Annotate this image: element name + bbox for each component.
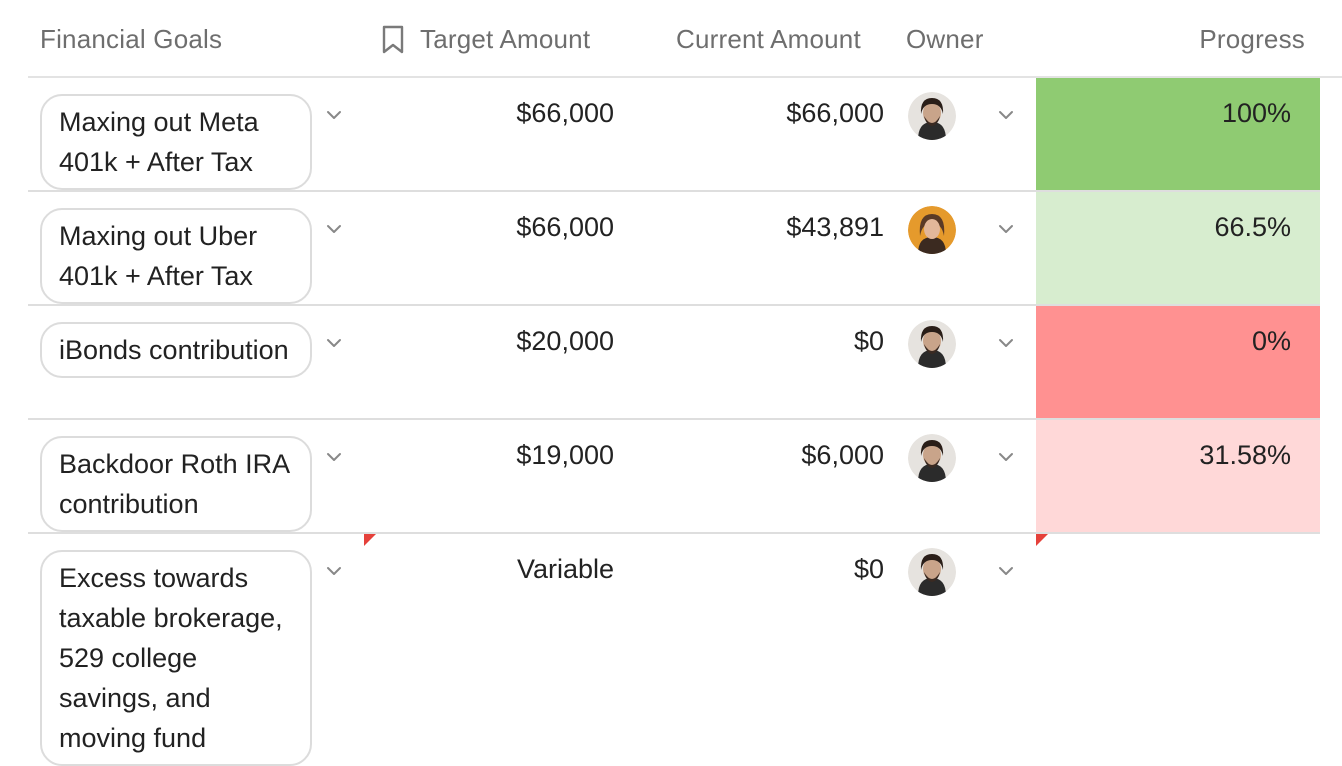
chevron-down-icon[interactable] (997, 562, 1015, 580)
table-row: Excess towards taxable brokerage, 529 co… (0, 534, 1342, 766)
goal-select[interactable]: Maxing out Uber 401k + After Tax (40, 208, 312, 304)
current-amount[interactable]: $6,000 (801, 440, 884, 471)
progress-value: 100% (1221, 98, 1291, 128)
progress-value: 0% (1251, 326, 1291, 356)
chevron-down-icon[interactable] (325, 220, 343, 238)
goal-select[interactable]: Backdoor Roth IRA contribution (40, 436, 312, 532)
current-amount[interactable]: $66,000 (786, 98, 884, 129)
bookmark-icon (382, 25, 404, 53)
chevron-down-icon[interactable] (997, 106, 1015, 124)
table-row: Maxing out Uber 401k + After Tax $66,000… (0, 192, 1342, 306)
target-amount[interactable]: $66,000 (516, 212, 614, 243)
target-amount[interactable]: $66,000 (516, 98, 614, 129)
goal-select[interactable]: Excess towards taxable brokerage, 529 co… (40, 550, 312, 766)
target-amount[interactable]: $20,000 (516, 326, 614, 357)
progress-cell[interactable] (1036, 534, 1320, 764)
column-header-progress[interactable]: Progress (1199, 24, 1305, 55)
chevron-down-icon[interactable] (325, 106, 343, 124)
chevron-down-icon[interactable] (997, 334, 1015, 352)
comment-flag-icon[interactable] (364, 534, 376, 546)
chevron-down-icon[interactable] (325, 448, 343, 466)
chevron-down-icon[interactable] (997, 448, 1015, 466)
owner-avatar[interactable] (908, 206, 956, 254)
column-header-current-amount[interactable]: Current Amount (676, 24, 861, 55)
progress-cell[interactable]: 66.5% (1036, 192, 1320, 304)
table-row: iBonds contribution $20,000 $0 0% (0, 306, 1342, 420)
current-amount[interactable]: $43,891 (786, 212, 884, 243)
column-header-target-label: Target Amount (420, 24, 591, 54)
owner-avatar[interactable] (908, 548, 956, 596)
target-amount[interactable]: $19,000 (516, 440, 614, 471)
goal-select[interactable]: iBonds contribution (40, 322, 312, 378)
progress-cell[interactable]: 0% (1036, 306, 1320, 418)
current-amount[interactable]: $0 (854, 326, 884, 357)
owner-avatar[interactable] (908, 92, 956, 140)
chevron-down-icon[interactable] (997, 220, 1015, 238)
target-amount[interactable]: Variable (517, 554, 614, 585)
current-amount[interactable]: $0 (854, 554, 884, 585)
progress-value: 66.5% (1214, 212, 1291, 242)
table-row: Maxing out Meta 401k + After Tax $66,000… (0, 78, 1342, 192)
progress-value: 31.58% (1199, 440, 1291, 470)
column-header-target-amount[interactable]: Target Amount (380, 24, 590, 55)
progress-cell[interactable]: 100% (1036, 78, 1320, 190)
column-header-financial-goals[interactable]: Financial Goals (40, 24, 222, 55)
table-header: Financial Goals Target Amount Current Am… (0, 0, 1342, 78)
progress-cell[interactable]: 31.58% (1036, 420, 1320, 532)
table-row: Backdoor Roth IRA contribution $19,000 $… (0, 420, 1342, 534)
chevron-down-icon[interactable] (325, 562, 343, 580)
owner-avatar[interactable] (908, 320, 956, 368)
column-header-owner[interactable]: Owner (906, 24, 984, 55)
chevron-down-icon[interactable] (325, 334, 343, 352)
owner-avatar[interactable] (908, 434, 956, 482)
goal-select[interactable]: Maxing out Meta 401k + After Tax (40, 94, 312, 190)
